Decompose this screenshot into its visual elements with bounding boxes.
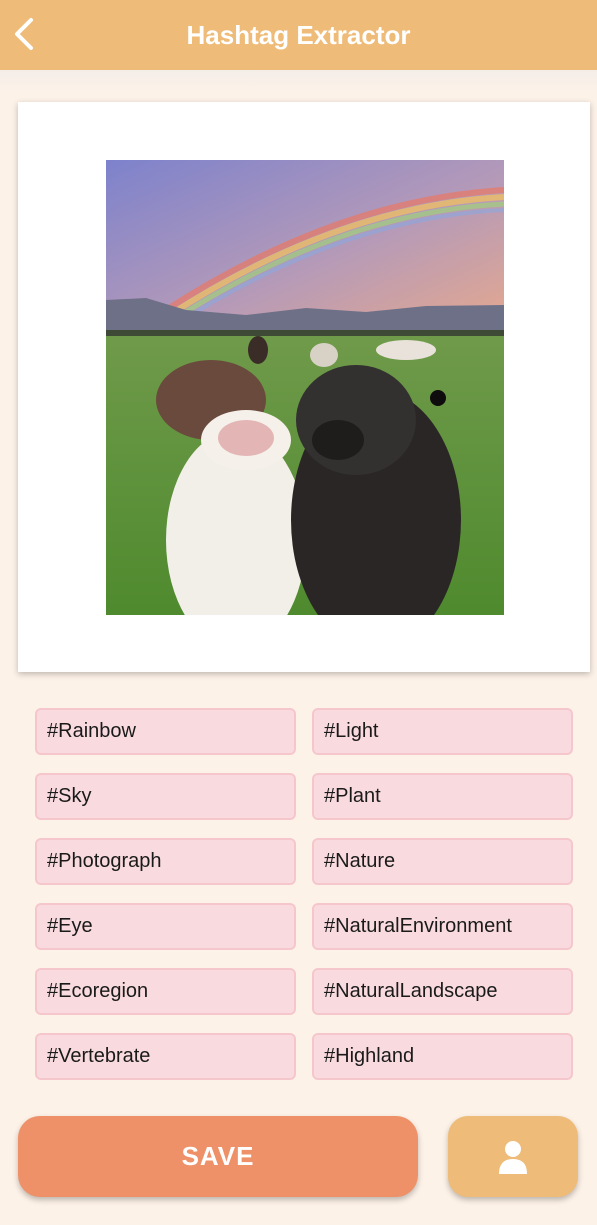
hashtag-text: #NaturalEnvironment	[324, 915, 512, 937]
hashtag-chip[interactable]: #NaturalLandscape	[312, 968, 573, 1015]
hashtag-text: #Photograph	[47, 850, 162, 872]
hashtag-text: #Nature	[324, 850, 396, 872]
hashtag-chip[interactable]: #Vertebrate	[35, 1033, 296, 1080]
hashtag-text: #Rainbow	[47, 720, 136, 742]
profile-button[interactable]	[448, 1116, 578, 1197]
hashtag-text: #Eye	[47, 915, 93, 937]
photo-image	[106, 160, 504, 615]
hashtag-chip[interactable]: #Rainbow	[35, 708, 296, 755]
back-button[interactable]	[6, 10, 42, 58]
hashtag-chip[interactable]: #Highland	[312, 1033, 573, 1080]
hashtag-chip[interactable]: #NaturalEnvironment	[312, 903, 573, 950]
app-header: Hashtag Extractor	[0, 0, 597, 70]
hashtag-chip[interactable]: #Eye	[35, 903, 296, 950]
hashtag-chip[interactable]: #Ecoregion	[35, 968, 296, 1015]
hashtag-chip[interactable]: #Light	[312, 708, 573, 755]
page-title: Hashtag Extractor	[186, 19, 411, 50]
hashtag-chip[interactable]: #Photograph	[35, 838, 296, 885]
uploaded-photo[interactable]	[106, 160, 504, 615]
user-icon	[499, 1140, 527, 1174]
header-shadow-band	[0, 70, 597, 94]
hashtag-chip[interactable]: #Plant	[312, 773, 573, 820]
save-button[interactable]: SAVE	[18, 1116, 418, 1197]
hashtag-text: #Sky	[47, 785, 92, 807]
photo-card	[18, 102, 590, 672]
hashtag-text: #Plant	[324, 785, 381, 807]
hashtag-text: #NaturalLandscape	[324, 980, 498, 1002]
chevron-left-icon	[15, 18, 33, 50]
hashtag-text: #Highland	[324, 1045, 415, 1067]
hashtag-chip[interactable]: #Nature	[312, 838, 573, 885]
hashtag-text: #Vertebrate	[47, 1045, 151, 1067]
hashtag-text: #Light	[324, 720, 379, 742]
hashtag-chip[interactable]: #Sky	[35, 773, 296, 820]
hashtag-text: #Ecoregion	[47, 980, 149, 1002]
